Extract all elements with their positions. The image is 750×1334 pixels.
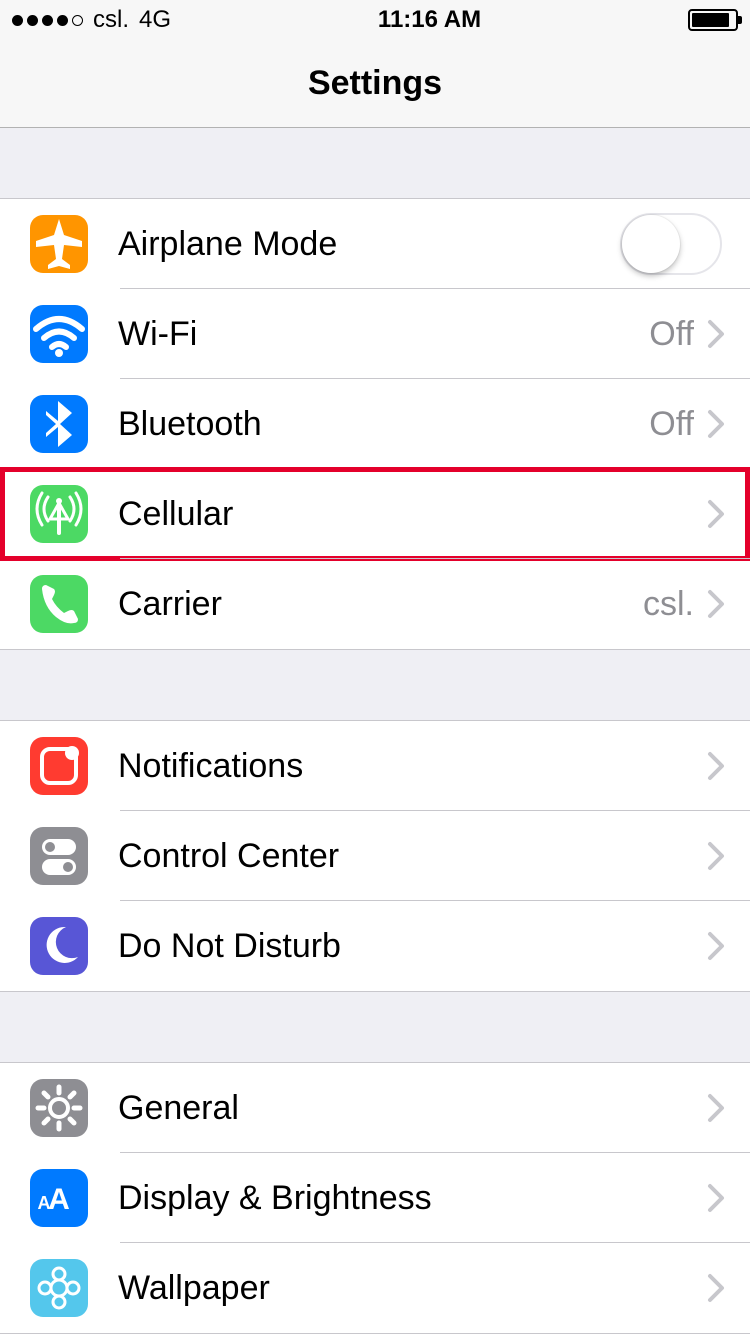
chevron-right-icon — [706, 498, 726, 530]
page-title: Settings — [308, 64, 442, 103]
chevron-right-icon — [706, 588, 726, 620]
chevron-right-icon — [706, 750, 726, 782]
row-value: Off — [649, 315, 694, 354]
status-bar: csl. 4G 11:16 AM — [0, 0, 750, 40]
status-carrier: csl. — [93, 6, 129, 34]
row-label: Control Center — [118, 837, 706, 876]
chevron-right-icon — [706, 318, 726, 350]
row-label: Do Not Disturb — [118, 927, 706, 966]
row-label: Notifications — [118, 747, 706, 786]
row-label: Wallpaper — [118, 1269, 706, 1308]
settings-row-display[interactable]: Display & Brightness — [0, 1153, 750, 1243]
row-label: Bluetooth — [118, 405, 649, 444]
row-label: Airplane Mode — [118, 225, 620, 264]
row-value: csl. — [643, 585, 694, 624]
settings-row-notifications[interactable]: Notifications — [0, 721, 750, 811]
row-label: Carrier — [118, 585, 643, 624]
bluetooth-icon — [30, 395, 88, 453]
signal-strength-icon — [12, 15, 83, 26]
settings-row-general[interactable]: General — [0, 1063, 750, 1153]
cellular-icon — [30, 485, 88, 543]
settings-group: Notifications Control Center Do Not Distur… — [0, 720, 750, 992]
control-center-icon — [30, 827, 88, 885]
wallpaper-icon — [30, 1259, 88, 1317]
settings-group: Airplane ModeWi-FiOffBluetoothOffCellula… — [0, 198, 750, 650]
chevron-right-icon — [706, 1272, 726, 1304]
nav-bar: Settings — [0, 40, 750, 128]
notifications-icon — [30, 737, 88, 795]
airplane-icon — [30, 215, 88, 273]
chevron-right-icon — [706, 408, 726, 440]
settings-row-dnd[interactable]: Do Not Disturb — [0, 901, 750, 991]
chevron-right-icon — [706, 1092, 726, 1124]
status-left: csl. 4G — [12, 6, 171, 34]
settings-row-control-center[interactable]: Control Center — [0, 811, 750, 901]
wifi-icon — [30, 305, 88, 363]
settings-row-carrier[interactable]: Carriercsl. — [0, 559, 750, 649]
row-label: General — [118, 1089, 706, 1128]
phone-icon — [30, 575, 88, 633]
settings-row-wallpaper[interactable]: Wallpaper — [0, 1243, 750, 1333]
settings-row-airplane-mode[interactable]: Airplane Mode — [0, 199, 750, 289]
row-label: Cellular — [118, 495, 706, 534]
settings-row-wifi[interactable]: Wi-FiOff — [0, 289, 750, 379]
status-network: 4G — [139, 6, 171, 34]
moon-icon — [30, 917, 88, 975]
row-label: Display & Brightness — [118, 1179, 706, 1218]
toggle-airplane-mode[interactable] — [620, 213, 722, 275]
settings-row-bluetooth[interactable]: BluetoothOff — [0, 379, 750, 469]
gear-icon — [30, 1079, 88, 1137]
row-value: Off — [649, 405, 694, 444]
status-time: 11:16 AM — [378, 6, 481, 34]
row-label: Wi-Fi — [118, 315, 649, 354]
chevron-right-icon — [706, 840, 726, 872]
settings-group: General Display & Brightness Wallpaper — [0, 1062, 750, 1334]
chevron-right-icon — [706, 930, 726, 962]
status-right — [688, 9, 738, 31]
battery-icon — [688, 9, 738, 31]
display-icon — [30, 1169, 88, 1227]
chevron-right-icon — [706, 1182, 726, 1214]
settings-row-cellular[interactable]: Cellular — [0, 469, 750, 559]
